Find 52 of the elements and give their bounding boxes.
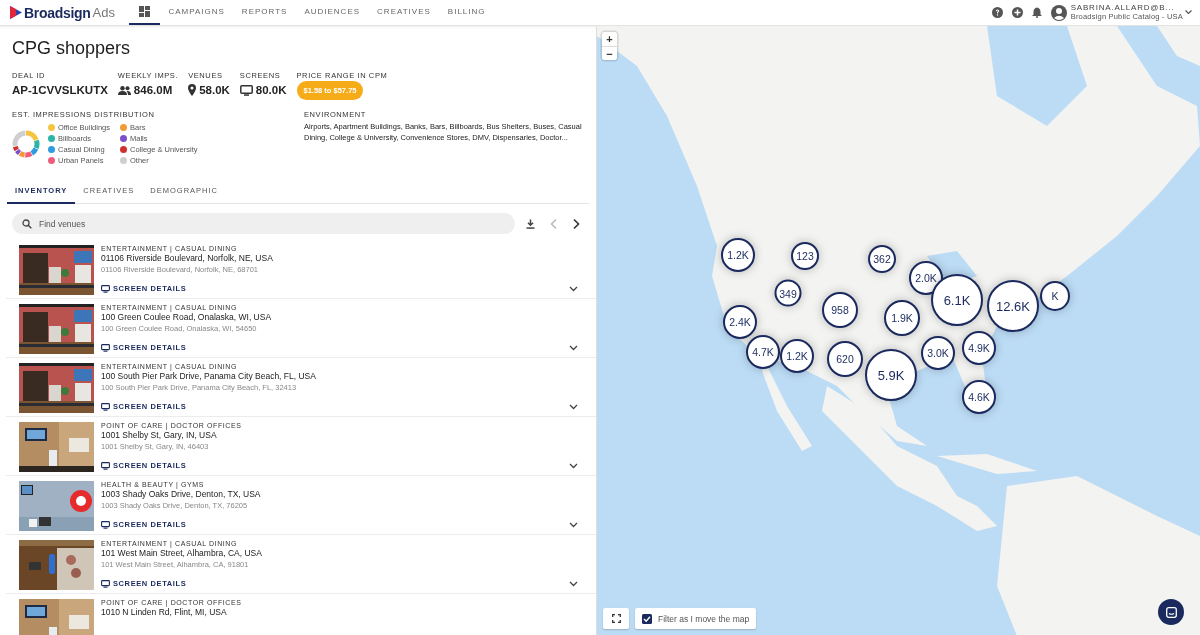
search-input[interactable]: Find venues bbox=[37, 217, 505, 230]
expand-icon[interactable] bbox=[569, 521, 578, 528]
venue-title[interactable]: 1003 Shady Oaks Drive, Denton, TX, USA bbox=[101, 489, 578, 499]
dashboard-icon bbox=[138, 6, 150, 17]
pin-icon bbox=[188, 84, 197, 96]
nav-tab[interactable]: BILLING bbox=[439, 0, 494, 25]
bell-icon[interactable] bbox=[1031, 7, 1042, 18]
venue-title[interactable]: 101 West Main Street, Alhambra, CA, USA bbox=[101, 548, 578, 558]
fullscreen-icon bbox=[611, 614, 621, 623]
nav-tab[interactable]: CREATIVES bbox=[368, 0, 440, 25]
fullscreen-button[interactable] bbox=[603, 608, 629, 629]
checkbox[interactable] bbox=[642, 613, 652, 624]
monitor-icon bbox=[101, 520, 110, 529]
monitor-icon bbox=[239, 84, 253, 96]
search-field[interactable]: Find venues bbox=[12, 213, 515, 234]
people-icon bbox=[117, 85, 131, 95]
nav-tab[interactable]: REPORTS bbox=[233, 0, 296, 25]
search-icon bbox=[22, 218, 32, 229]
product-name: Ads bbox=[92, 5, 115, 20]
monitor-icon bbox=[101, 402, 110, 411]
stat-value: 80.0K bbox=[255, 84, 287, 96]
monitor-icon bbox=[101, 461, 110, 470]
expand-icon[interactable] bbox=[569, 344, 578, 351]
nav-tab[interactable]: AUDIENCES bbox=[295, 0, 369, 25]
expand-icon[interactable] bbox=[569, 580, 578, 587]
nav-tab[interactable]: CAMPAIGNS bbox=[159, 0, 234, 25]
expand-icon[interactable] bbox=[569, 462, 578, 469]
chat-icon bbox=[1165, 606, 1177, 618]
monitor-icon bbox=[101, 579, 110, 588]
stat-value: AP-1CVVSLKUTX bbox=[12, 84, 108, 96]
user-name[interactable]: SABRINA.ALLARD@B... bbox=[1070, 4, 1183, 13]
expand-icon[interactable] bbox=[569, 285, 578, 292]
donut-chart-drawing bbox=[12, 130, 40, 158]
stat-value: 846.0M bbox=[133, 84, 173, 96]
venue-title[interactable]: 100 South Pier Park Drive, Panama City Beach, FL, USA bbox=[101, 371, 578, 381]
help-icon[interactable] bbox=[991, 7, 1003, 18]
add-icon[interactable] bbox=[1011, 7, 1023, 18]
avatar-icon[interactable] bbox=[1050, 4, 1067, 21]
venue-title[interactable]: 100 Green Coulee Road, Onalaska, WI, USA bbox=[101, 312, 578, 322]
venue-title[interactable]: 01106 Riverside Boulevard, Norfolk, NE, USA bbox=[101, 253, 578, 263]
monitor-icon bbox=[101, 343, 110, 352]
download-icon[interactable] bbox=[526, 218, 535, 229]
venue-title[interactable]: 1010 N Linden Rd, Flint, MI, USA bbox=[101, 607, 578, 617]
logo-icon bbox=[10, 6, 22, 19]
deal-title: CPG shoppers bbox=[12, 38, 132, 59]
monitor-icon bbox=[101, 284, 110, 293]
brand-name: Broadsign bbox=[24, 4, 91, 21]
zoom-out-button[interactable]: − bbox=[602, 46, 617, 60]
venue-title[interactable]: 1001 Shelby St, Gary, IN, USA bbox=[101, 430, 578, 440]
expand-icon[interactable] bbox=[569, 403, 578, 410]
caret-icon[interactable] bbox=[1185, 10, 1192, 15]
stat-value: 58.0K bbox=[199, 84, 230, 96]
